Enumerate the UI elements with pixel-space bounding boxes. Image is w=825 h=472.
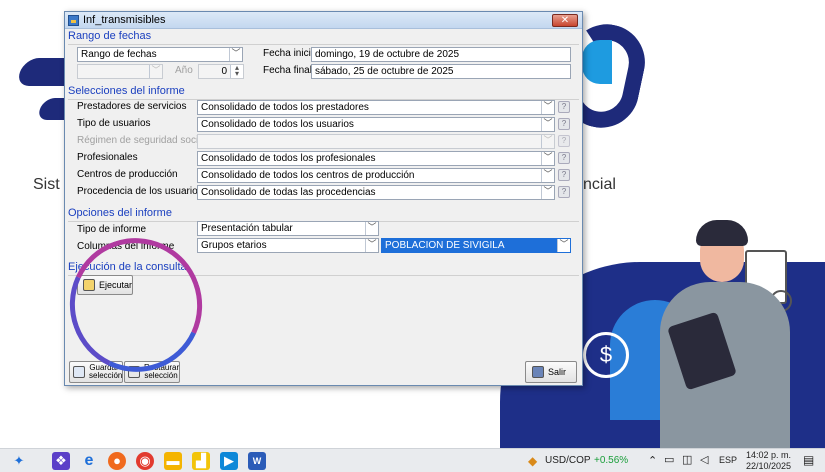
help-icon[interactable]: ? [558, 169, 570, 181]
notification-icon[interactable]: ▤ [803, 453, 814, 467]
columns-value: Grupos etarios [201, 240, 267, 251]
chevron-down-icon[interactable]: ﹀ [541, 101, 554, 114]
chrome-icon[interactable]: ◉ [136, 451, 154, 470]
chevron-down-icon[interactable]: ﹀ [541, 169, 554, 182]
end-date-value: sábado, 25 de octubre de 2025 [315, 66, 454, 77]
finance-icon: ◆ [528, 454, 538, 468]
chevron-up-icon[interactable]: ⌃ [648, 454, 657, 467]
chevron-down-icon[interactable]: ﹀ [541, 152, 554, 165]
chevron-down-icon[interactable]: ﹀ [541, 186, 554, 199]
save-icon [73, 366, 85, 378]
desktop-text-left: Sist [33, 176, 60, 193]
selection-label: Tipo de usuarios [77, 118, 151, 129]
app-icon-feather[interactable]: ❖ [52, 451, 70, 470]
selection-regime-select [197, 134, 555, 149]
chevron-down-icon: ﹀ [541, 135, 554, 148]
selection-user-type-select[interactable]: Consolidado de todos los usuarios [197, 117, 555, 132]
ticker-change: +0.56% [594, 455, 629, 466]
section-title: Opciones del informe [68, 207, 172, 219]
help-icon: ? [558, 135, 570, 147]
columns-filter-value: POBLACION DE SIVIGILA [385, 240, 505, 251]
close-button[interactable]: ✕ [552, 14, 578, 27]
range-type-value: Rango de fechas [81, 49, 157, 60]
section-report-options: Opciones del informe [68, 207, 579, 222]
end-date-field[interactable]: sábado, 25 de octubre de 2025 [311, 64, 571, 79]
selection-origin-select[interactable]: Consolidado de todas las procedencias [197, 185, 555, 200]
speaker-icon[interactable]: ◁ [700, 453, 708, 466]
selection-professionals-select[interactable]: Consolidado de todos los profesionales [197, 151, 555, 166]
chevron-down-icon: ﹀ [149, 65, 162, 78]
title-bar[interactable]: Inf_transmisibles ✕ [65, 12, 582, 29]
language-indicator[interactable]: ESP [719, 455, 737, 465]
window-title: Inf_transmisibles [83, 14, 166, 26]
file-explorer-icon[interactable]: ▬ [164, 451, 182, 470]
help-icon[interactable]: ? [558, 118, 570, 130]
help-icon[interactable]: ? [558, 152, 570, 164]
year-label: Año [175, 65, 193, 76]
help-icon[interactable]: ? [558, 101, 570, 113]
selection-value: Consolidado de todos los usuarios [201, 119, 354, 130]
selection-value: Consolidado de todos los centros de prod… [201, 170, 415, 181]
range-type-select[interactable]: Rango de fechas [77, 47, 243, 62]
sticky-app-icon[interactable]: ▟ [192, 451, 210, 470]
end-date-label: Fecha final [263, 65, 312, 76]
chevron-down-icon[interactable]: ﹀ [365, 239, 378, 252]
selection-providers-select[interactable]: Consolidado de todos los prestadores [197, 100, 555, 115]
monitor-icon[interactable]: ▭ [664, 453, 674, 466]
selection-value: Consolidado de todos los profesionales [201, 153, 376, 164]
selection-centers-select[interactable]: Consolidado de todos los centros de prod… [197, 168, 555, 183]
section-date-range: Rango de fechas [68, 30, 579, 45]
start-date-field[interactable]: domingo, 19 de octubre de 2025 [311, 47, 571, 62]
media-player-icon[interactable]: ▶ [220, 451, 238, 470]
dollar-coin-icon: $ [583, 332, 629, 378]
chevron-down-icon[interactable]: ﹀ [557, 239, 570, 252]
chevron-down-icon[interactable]: ﹀ [365, 222, 378, 235]
report-type-value: Presentación tabular [201, 223, 293, 234]
firefox-icon[interactable]: ● [108, 451, 126, 470]
selection-label: Centros de producción [77, 169, 178, 180]
person-hair [696, 220, 748, 246]
clock-date[interactable]: 22/10/2025 [746, 461, 791, 471]
section-title: Selecciones del informe [68, 85, 185, 97]
report-type-label: Tipo de informe [77, 224, 147, 235]
network-icon[interactable]: ◫ [682, 453, 692, 466]
copilot-sparkle-icon[interactable]: ✦ [10, 452, 28, 470]
columns-filter-select[interactable]: POBLACION DE SIVIGILA [381, 238, 571, 253]
columns-select[interactable]: Grupos etarios [197, 238, 379, 253]
exit-button-label: Salir [548, 367, 567, 377]
edge-browser-icon[interactable]: e [80, 452, 98, 470]
chevron-down-icon[interactable]: ﹀ [541, 118, 554, 131]
section-selections: Selecciones del informe [68, 85, 579, 100]
desktop-text-right: ncial [583, 176, 616, 193]
word-icon[interactable]: W [248, 451, 266, 470]
exit-door-icon [532, 366, 544, 378]
clock-time[interactable]: 14:02 p. m. [746, 450, 791, 460]
app-icon [68, 14, 79, 26]
ticker-label[interactable]: USD/COP [545, 455, 591, 466]
selection-label: Procedencia de los usuarios [77, 186, 203, 197]
stepper-arrows-icon: ▴ ▾ [230, 64, 243, 78]
exit-button[interactable]: Salir [525, 361, 577, 383]
logo-accent [582, 40, 612, 84]
selection-label: Régimen de seguridad social [77, 135, 206, 146]
selection-label: Profesionales [77, 152, 138, 163]
help-icon[interactable]: ? [558, 186, 570, 198]
taskbar: ✦ ❖ e ● ◉ ▬ ▟ ▶ W ◆ USD/COP +0.56% ⌃ ▭ ◫… [0, 448, 825, 472]
chevron-down-icon[interactable]: ﹀ [229, 48, 242, 61]
year-value: 0 [221, 66, 227, 77]
section-title: Rango de fechas [68, 30, 152, 42]
start-date-value: domingo, 19 de octubre de 2025 [315, 49, 459, 60]
selection-value: Consolidado de todas las procedencias [201, 187, 376, 198]
selection-value: Consolidado de todos los prestadores [201, 102, 369, 113]
selection-label: Prestadores de servicios [77, 101, 187, 112]
report-type-select[interactable]: Presentación tabular [197, 221, 379, 236]
